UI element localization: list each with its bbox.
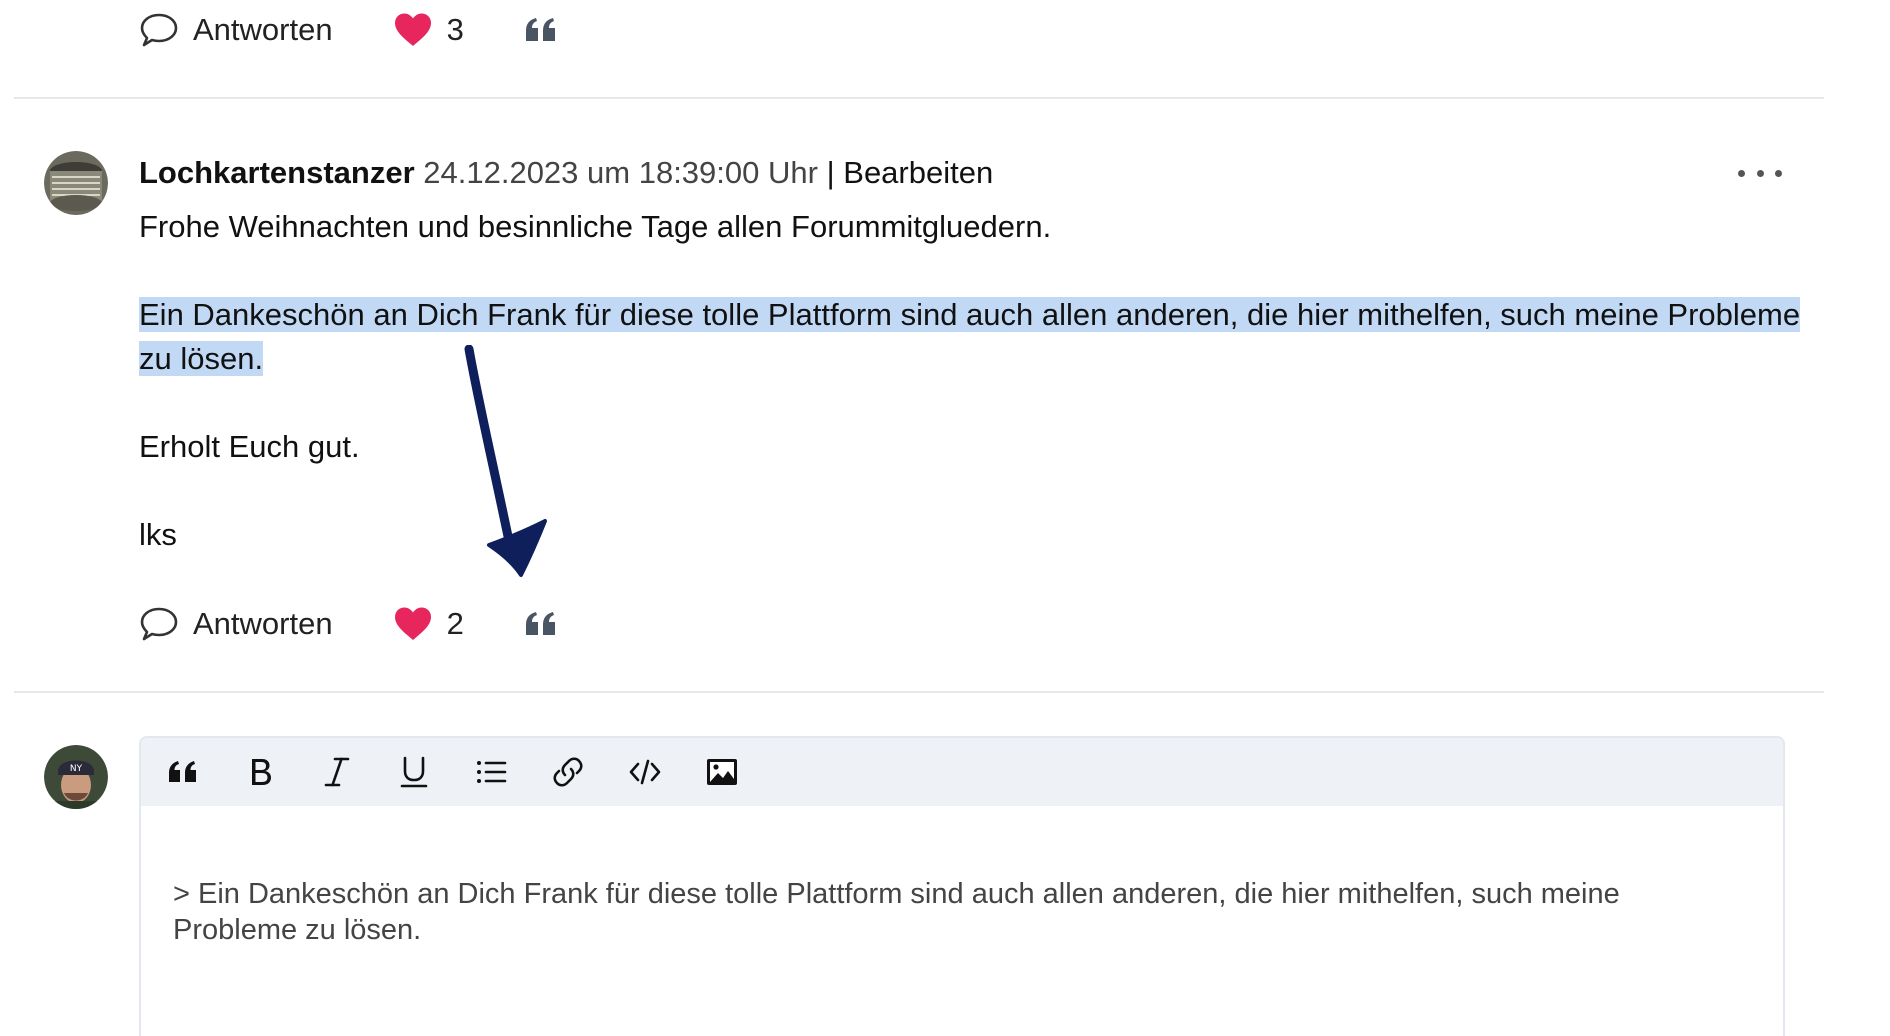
link-icon bbox=[553, 757, 583, 787]
post-header: Lochkartenstanzer 24.12.2023 um 18:39:00… bbox=[139, 151, 993, 195]
post-paragraph: Frohe Weihnachten und besinnliche Tage a… bbox=[139, 209, 1052, 244]
quote-icon bbox=[525, 612, 555, 635]
reply-label: Antworten bbox=[193, 12, 333, 47]
image-icon bbox=[707, 759, 737, 785]
italic-icon bbox=[324, 757, 350, 787]
quote-icon bbox=[169, 761, 196, 782]
avatar-image: NY bbox=[44, 745, 108, 809]
avatar-image bbox=[44, 151, 108, 215]
author-avatar[interactable] bbox=[44, 151, 108, 215]
quote-button[interactable] bbox=[524, 611, 558, 637]
like-count: 2 bbox=[446, 606, 464, 641]
previous-post-actions: Antworten 3 bbox=[139, 10, 558, 50]
editor-textarea[interactable]: > Ein Dankeschön an Dich Frank für diese… bbox=[141, 806, 1783, 948]
like-count: 3 bbox=[446, 12, 464, 47]
header-separator: | bbox=[826, 155, 835, 190]
post-body: Frohe Weihnachten und besinnliche Tage a… bbox=[139, 205, 1809, 557]
bold-button[interactable] bbox=[238, 750, 282, 794]
selected-text: Ein Dankeschön an Dich Frank für diese t… bbox=[139, 297, 1801, 376]
post-timestamp: 24.12.2023 um 18:39:00 Uhr bbox=[423, 155, 818, 190]
editor-toolbar bbox=[141, 738, 1783, 806]
reply-button[interactable]: Antworten bbox=[139, 605, 333, 643]
forum-thread: Antworten 3 Lochkartenstanzer 24.12.2023… bbox=[0, 0, 1890, 1036]
svg-text:NY: NY bbox=[70, 764, 83, 774]
post-divider bbox=[14, 97, 1824, 99]
reply-label: Antworten bbox=[193, 606, 333, 641]
bold-icon bbox=[252, 759, 271, 785]
hand-drawn-arrow-icon bbox=[464, 345, 547, 577]
heart-icon bbox=[394, 13, 431, 46]
post-paragraph-highlighted: Ein Dankeschön an Dich Frank für diese t… bbox=[139, 293, 1809, 381]
more-options-icon[interactable] bbox=[1738, 156, 1782, 190]
image-button[interactable] bbox=[700, 750, 744, 794]
post-divider bbox=[14, 691, 1824, 693]
reply-button[interactable]: Antworten bbox=[139, 11, 333, 49]
author-name[interactable]: Lochkartenstanzer bbox=[139, 155, 415, 190]
post-signature: lks bbox=[139, 517, 177, 552]
quote-icon bbox=[525, 18, 555, 41]
post-paragraph: Erholt Euch gut. bbox=[139, 429, 360, 464]
heart-icon bbox=[394, 607, 431, 640]
edit-link[interactable]: Bearbeiten bbox=[843, 155, 993, 190]
quote-button[interactable] bbox=[161, 750, 205, 794]
speech-bubble-icon bbox=[140, 13, 178, 47]
current-user-avatar: NY bbox=[44, 745, 108, 809]
like-button[interactable]: 3 bbox=[393, 12, 464, 48]
post-actions: Antworten 2 bbox=[139, 604, 558, 644]
italic-button[interactable] bbox=[315, 750, 359, 794]
code-button[interactable] bbox=[623, 750, 667, 794]
quote-button[interactable] bbox=[524, 17, 558, 43]
list-button[interactable] bbox=[469, 750, 513, 794]
speech-bubble-icon bbox=[140, 607, 178, 641]
code-icon bbox=[629, 759, 661, 785]
underline-icon bbox=[400, 756, 428, 788]
underline-button[interactable] bbox=[392, 750, 436, 794]
reply-editor: > Ein Dankeschön an Dich Frank für diese… bbox=[139, 736, 1785, 1036]
list-icon bbox=[477, 761, 507, 783]
like-button[interactable]: 2 bbox=[393, 606, 464, 642]
link-button[interactable] bbox=[546, 750, 590, 794]
